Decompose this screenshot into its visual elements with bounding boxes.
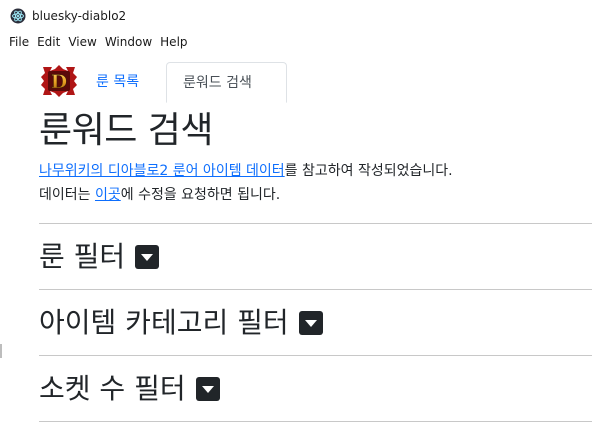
- namuwiki-data-link[interactable]: 나무위키의 디아블로2 룬어 아이템 데이터: [39, 163, 285, 179]
- window-edge-marker: [0, 344, 2, 358]
- rune-filter-toggle[interactable]: 룬 필터: [39, 240, 160, 274]
- description-line-2: 데이터는 이곳에 수정을 요청하면 됩니다.: [39, 184, 280, 206]
- edit-request-link[interactable]: 이곳: [95, 187, 121, 203]
- socket-count-filter-toggle[interactable]: 소켓 수 필터: [39, 372, 220, 406]
- rune-filter-title: 룬 필터: [39, 240, 126, 273]
- item-category-filter-toggle[interactable]: 아이템 카테고리 필터: [39, 306, 323, 340]
- menu-bar: File Edit View Window Help: [0, 33, 592, 52]
- caret-down-square-icon[interactable]: [195, 377, 220, 401]
- window-title: bluesky-diablo2: [32, 9, 127, 23]
- description-text-2b: 에 수정을 요청하면 됩니다.: [120, 187, 281, 203]
- item-category-filter-title: 아이템 카테고리 필터: [39, 306, 289, 339]
- description-text-1: 를 참고하여 작성되었습니다.: [284, 163, 453, 179]
- menu-edit[interactable]: Edit: [33, 33, 64, 52]
- logo-letter: D: [51, 71, 67, 93]
- title-bar: bluesky-diablo2: [0, 0, 592, 32]
- page-title: 룬워드 검색: [39, 110, 214, 151]
- description-text-2a: 데이터는: [39, 187, 95, 203]
- tab-runeword-search[interactable]: 룬워드 검색: [166, 62, 287, 103]
- divider: [39, 289, 592, 290]
- description-line-1: 나무위키의 디아블로2 룬어 아이템 데이터를 참고하여 작성되었습니다.: [39, 160, 453, 182]
- tab-rune-list[interactable]: 룬 목록: [80, 62, 155, 102]
- menu-view[interactable]: View: [64, 33, 100, 52]
- main-content: D 룬 목록 룬워드 검색 룬워드 검색 나무위키의 디아블로2 룬어 아이템 …: [0, 52, 592, 441]
- socket-count-filter-title: 소켓 수 필터: [39, 372, 186, 405]
- app-window: bluesky-diablo2 File Edit View Window He…: [0, 0, 592, 441]
- menu-help[interactable]: Help: [156, 33, 191, 52]
- menu-file[interactable]: File: [0, 33, 33, 52]
- nav-tabs: D 룬 목록 룬워드 검색: [38, 62, 592, 103]
- caret-down-square-icon[interactable]: [135, 245, 160, 269]
- divider: [39, 355, 592, 356]
- divider: [39, 421, 592, 422]
- divider: [39, 223, 592, 224]
- diablo-logo-icon[interactable]: D: [40, 65, 78, 97]
- menu-window[interactable]: Window: [101, 33, 156, 52]
- caret-down-square-icon[interactable]: [298, 311, 323, 335]
- electron-app-icon: [10, 8, 26, 24]
